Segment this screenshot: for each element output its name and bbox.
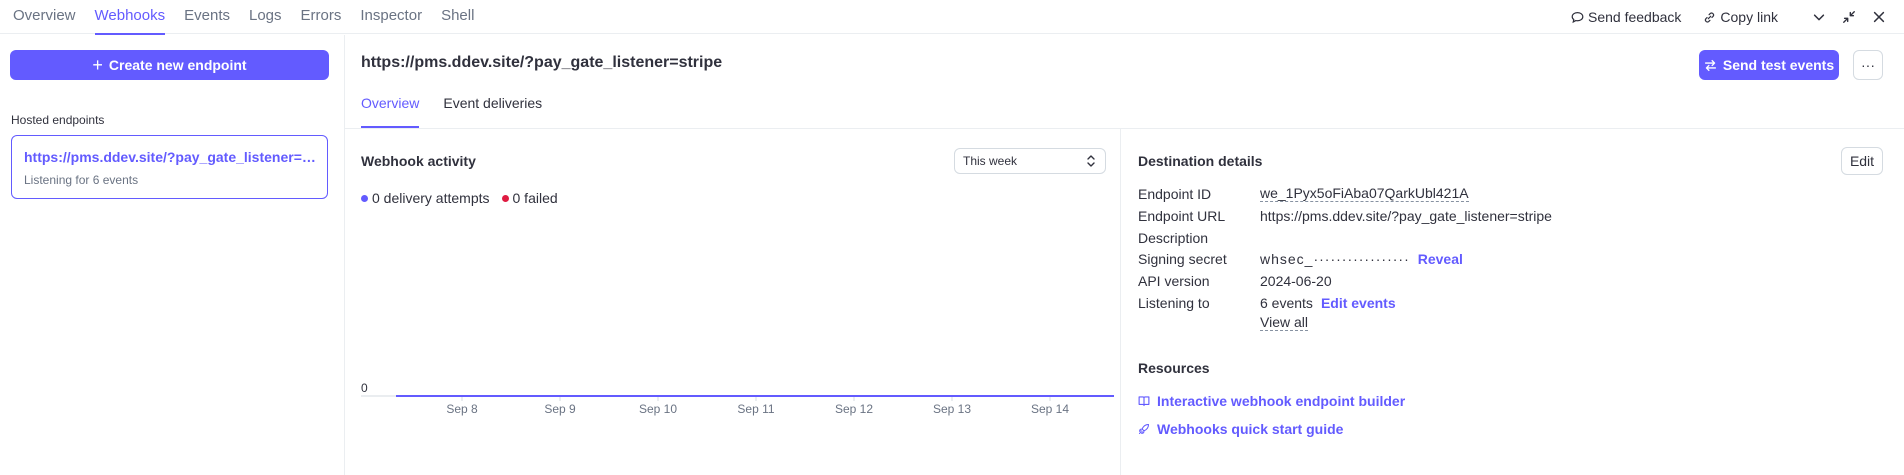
x-tick-label: Sep 11 (737, 402, 774, 416)
speech-bubble-icon (1571, 11, 1584, 23)
destination-details-panel: Destination details Edit Endpoint ID we_… (1122, 129, 1904, 475)
copy-link-label: Copy link (1720, 9, 1778, 25)
send-test-events-button[interactable]: Send test events (1699, 50, 1839, 80)
plus-icon: + (92, 55, 103, 75)
detail-row-listening-to: Listening to 6 events Edit events (1138, 295, 1396, 311)
detail-value: 6 events Edit events (1260, 295, 1396, 311)
resource-link-label: Interactive webhook endpoint builder (1157, 393, 1406, 409)
minimize-arrows-icon (1843, 11, 1855, 23)
send-test-events-label: Send test events (1722, 57, 1835, 73)
minimize-button[interactable] (1838, 6, 1860, 28)
x-tick-label: Sep 9 (544, 402, 576, 416)
endpoints-sidebar: + Create new endpoint Hosted endpoints h… (0, 35, 345, 475)
detail-key: API version (1138, 273, 1210, 289)
data-point (461, 395, 463, 397)
detail-row-api-version: API version 2024-06-20 (1138, 273, 1332, 289)
tab-logs[interactable]: Logs (249, 0, 282, 34)
rocket-icon (1138, 423, 1150, 435)
detail-key: Signing secret (1138, 251, 1227, 267)
detail-key: Endpoint URL (1138, 208, 1226, 224)
endpoint-id-value[interactable]: we_1Pyx5oFiAba07QarkUbl421A (1260, 186, 1469, 202)
send-feedback-link[interactable]: Send feedback (1571, 9, 1681, 25)
tab-shell[interactable]: Shell (441, 0, 474, 34)
detail-row-signing-secret: Signing secret whsec_················· R… (1138, 251, 1463, 267)
detail-key: Endpoint ID (1138, 186, 1212, 202)
api-version-value: 2024-06-20 (1260, 273, 1332, 289)
x-tick-label: Sep 12 (835, 402, 873, 416)
tab-errors[interactable]: Errors (301, 0, 342, 34)
tab-events[interactable]: Events (184, 0, 230, 34)
endpoint-card-subtitle: Listening for 6 events (24, 173, 139, 187)
y-tick-label: 0 (361, 381, 368, 395)
x-tick-label: Sep 10 (639, 402, 677, 416)
nav-tabs: Overview Webhooks Events Logs Errors Ins… (13, 0, 493, 35)
endpoint-card[interactable]: https://pms.ddev.site/?pay_gate_listener… (11, 135, 328, 199)
data-point (559, 395, 561, 397)
data-point (1049, 395, 1051, 397)
data-point (755, 395, 757, 397)
edit-events-link[interactable]: Edit events (1321, 295, 1396, 311)
tab-overview[interactable]: Overview (13, 0, 76, 34)
signing-secret-value: whsec_················· (1260, 251, 1410, 267)
endpoint-url-value: https://pms.ddev.site/?pay_gate_listener… (1260, 208, 1552, 224)
top-actions: Send feedback Copy link (1571, 0, 1890, 34)
tab-inspector[interactable]: Inspector (360, 0, 422, 34)
detail-value: whsec_················· Reveal (1260, 251, 1463, 267)
data-point (951, 395, 953, 397)
x-tick-label: Sep 13 (933, 402, 971, 416)
book-icon (1138, 396, 1150, 407)
create-endpoint-label: Create new endpoint (108, 57, 247, 73)
page-title: https://pms.ddev.site/?pay_gate_listener… (361, 54, 723, 71)
create-endpoint-button[interactable]: + Create new endpoint (10, 50, 329, 80)
subtab-event-deliveries[interactable]: Event deliveries (443, 94, 542, 128)
subtab-overview[interactable]: Overview (361, 94, 420, 128)
link-icon (1705, 11, 1715, 23)
detail-key: Listening to (1138, 295, 1210, 311)
detail-row-endpoint-id: Endpoint ID we_1Pyx5oFiAba07QarkUbl421A (1138, 186, 1469, 202)
send-feedback-label: Send feedback (1588, 9, 1682, 25)
detail-value: we_1Pyx5oFiAba07QarkUbl421A (1260, 186, 1469, 202)
resources-title: Resources (1138, 360, 1210, 376)
collapse-button[interactable] (1808, 6, 1830, 28)
view-all-row: View all (1260, 315, 1308, 331)
resource-link-quick-start[interactable]: Webhooks quick start guide (1138, 421, 1343, 437)
close-icon (1873, 11, 1885, 23)
detail-key: Description (1138, 230, 1209, 246)
top-nav: Overview Webhooks Events Logs Errors Ins… (0, 0, 1904, 35)
view-all-link[interactable]: View all (1260, 315, 1308, 331)
x-tick-label: Sep 14 (1031, 402, 1069, 416)
detail-tabs: Overview Event deliveries (361, 94, 566, 128)
resource-link-endpoint-builder[interactable]: Interactive webhook endpoint builder (1138, 393, 1405, 409)
detail-row-endpoint-url: Endpoint URL https://pms.ddev.site/?pay_… (1138, 208, 1552, 224)
webhook-activity-panel: Webhook activity This week 0 delivery at… (346, 129, 1121, 475)
edit-button[interactable]: Edit (1841, 147, 1883, 175)
resource-link-label: Webhooks quick start guide (1157, 421, 1344, 437)
hosted-endpoints-heading: Hosted endpoints (11, 113, 105, 127)
copy-link[interactable]: Copy link (1703, 9, 1778, 25)
listening-to-value: 6 events (1260, 295, 1313, 311)
close-button[interactable] (1868, 6, 1890, 28)
detail-row-description: Description (1138, 230, 1260, 246)
data-point (853, 395, 855, 397)
tab-webhooks[interactable]: Webhooks (94, 0, 165, 35)
more-options-button[interactable]: ··· (1853, 50, 1883, 80)
endpoint-card-url: https://pms.ddev.site/?pay_gate_listener… (24, 149, 317, 165)
chevron-down-icon (1813, 14, 1825, 21)
x-tick-label: Sep 8 (446, 402, 478, 416)
activity-chart: 0 Sep 8 Sep 9 Sep 10 Sep 11 Sep 12 Sep 13 Sep 1… (361, 381, 1114, 416)
destination-details-title: Destination details (1138, 153, 1263, 169)
reveal-secret-link[interactable]: Reveal (1418, 251, 1463, 267)
swap-arrows-icon (1704, 59, 1716, 71)
data-point (657, 395, 659, 397)
